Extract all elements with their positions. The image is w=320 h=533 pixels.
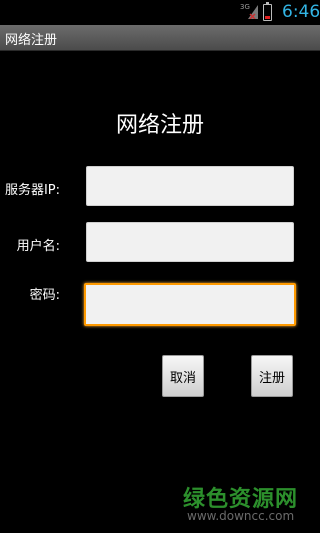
cancel-button[interactable]: 取消 — [162, 355, 204, 397]
server-ip-field[interactable] — [86, 166, 294, 206]
watermark-url: www.downcc.com — [187, 509, 295, 523]
username-field[interactable] — [86, 222, 294, 262]
password-label: 密码: — [29, 288, 60, 303]
server-ip-input[interactable] — [87, 167, 293, 205]
username-input[interactable] — [87, 223, 293, 261]
clock: 6:46 — [282, 2, 320, 22]
status-bar: 3G 6:46 — [0, 0, 320, 25]
page-heading: 网络注册 — [115, 113, 204, 138]
app-title: 网络注册 — [5, 33, 58, 48]
password-input[interactable] — [86, 285, 294, 324]
title-bar: 网络注册 — [0, 25, 320, 51]
password-field[interactable] — [84, 283, 296, 326]
battery-icon — [263, 2, 272, 21]
username-label: 用户名: — [16, 239, 60, 254]
server-ip-label: 服务器IP: — [4, 183, 60, 198]
signal-icon — [248, 5, 258, 19]
register-button[interactable]: 注册 — [251, 355, 293, 397]
